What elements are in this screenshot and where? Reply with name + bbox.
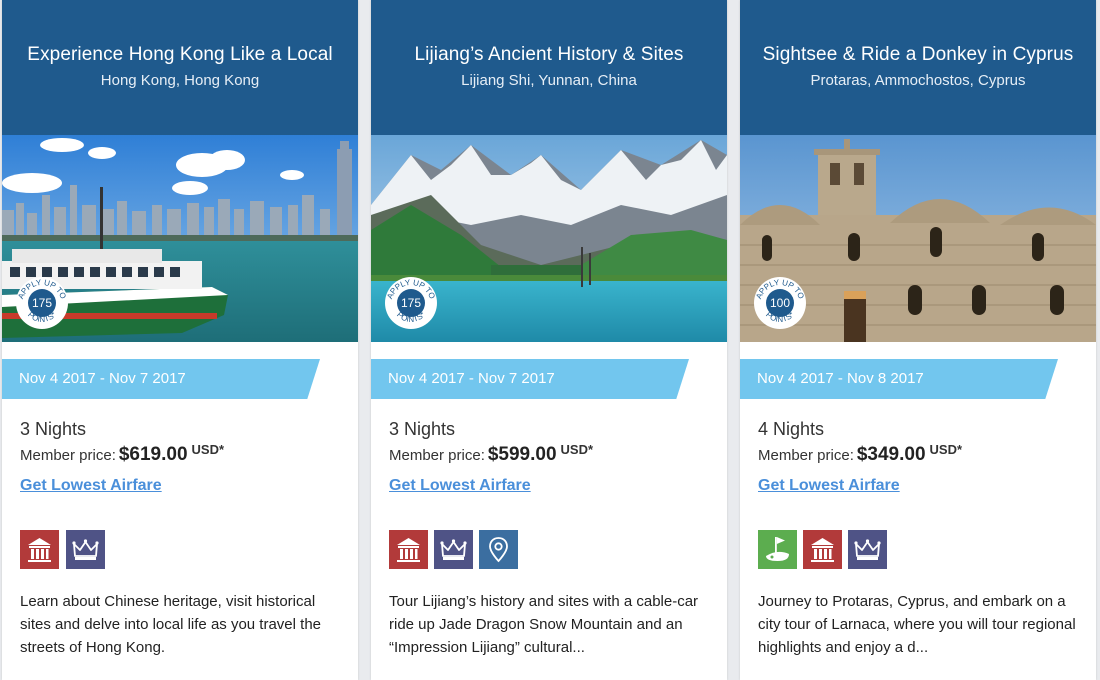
get-lowest-airfare-link[interactable]: Get Lowest Airfare [758,477,900,495]
crown-icon[interactable] [434,530,473,569]
price-currency: USD* [191,442,225,457]
price-label: Member price: [758,447,854,464]
package-description: Tour Lijiang’s history and sites with a … [389,593,699,656]
card-location: Hong Kong, Hong Kong [100,72,260,89]
get-lowest-airfare-link[interactable]: Get Lowest Airfare [20,477,162,495]
package-card[interactable]: Lijiang’s Ancient History & Sites Lijian… [371,0,727,680]
price-label: Member price: [20,447,116,464]
museum-icon[interactable] [389,530,428,569]
golf-icon[interactable] [758,530,797,569]
price-currency: USD* [929,442,963,457]
map-pin-icon[interactable] [479,530,518,569]
date-range: Nov 4 2017 - Nov 8 2017 [757,370,924,387]
date-range: Nov 4 2017 - Nov 7 2017 [388,370,555,387]
price-value: $599.00 [487,444,557,465]
card-title[interactable]: Lijiang’s Ancient History & Sites [371,44,727,66]
points-value: 175 [400,296,422,310]
date-range: Nov 4 2017 - Nov 7 2017 [19,370,186,387]
get-lowest-airfare-link[interactable]: Get Lowest Airfare [389,477,531,495]
card-header: Experience Hong Kong Like a Local Hong K… [2,0,358,135]
points-badge: APPLY UP TO POINTS* 100 [752,275,808,331]
member-price: Member price: $349.00 USD* [758,442,963,466]
crown-icon[interactable] [848,530,887,569]
card-title[interactable]: Experience Hong Kong Like a Local [2,44,358,66]
date-range-band: Nov 4 2017 - Nov 7 2017 [371,359,689,399]
package-card[interactable]: Sightsee & Ride a Donkey in Cyprus Prota… [740,0,1096,680]
price-value: $349.00 [856,444,926,465]
card-location: Protaras, Ammochostos, Cyprus [810,72,1026,89]
package-description: Journey to Protaras, Cyprus, and embark … [758,593,1076,656]
card-location: Lijiang Shi, Yunnan, China [461,72,637,89]
points-badge: APPLY UP TO POINTS* 175 [14,275,70,331]
package-description: Learn about Chinese heritage, visit hist… [20,593,322,656]
points-value: 175 [31,296,53,310]
museum-icon[interactable] [20,530,59,569]
package-card[interactable]: Experience Hong Kong Like a Local Hong K… [2,0,358,680]
price-value: $619.00 [118,444,188,465]
date-range-band: Nov 4 2017 - Nov 8 2017 [740,359,1058,399]
nights-count: 4 Nights [758,419,825,439]
member-price: Member price: $619.00 USD* [20,442,225,466]
member-price: Member price: $599.00 USD* [389,442,594,466]
card-header: Sightsee & Ride a Donkey in Cyprus Prota… [740,0,1096,135]
museum-icon[interactable] [803,530,842,569]
points-value: 100 [769,296,791,310]
price-label: Member price: [389,447,485,464]
price-currency: USD* [560,442,594,457]
nights-count: 3 Nights [20,419,87,439]
crown-icon[interactable] [66,530,105,569]
card-header: Lijiang’s Ancient History & Sites Lijian… [371,0,727,135]
date-range-band: Nov 4 2017 - Nov 7 2017 [2,359,320,399]
card-title[interactable]: Sightsee & Ride a Donkey in Cyprus [740,44,1096,66]
points-badge: APPLY UP TO POINTS* 175 [383,275,439,331]
nights-count: 3 Nights [389,419,456,439]
